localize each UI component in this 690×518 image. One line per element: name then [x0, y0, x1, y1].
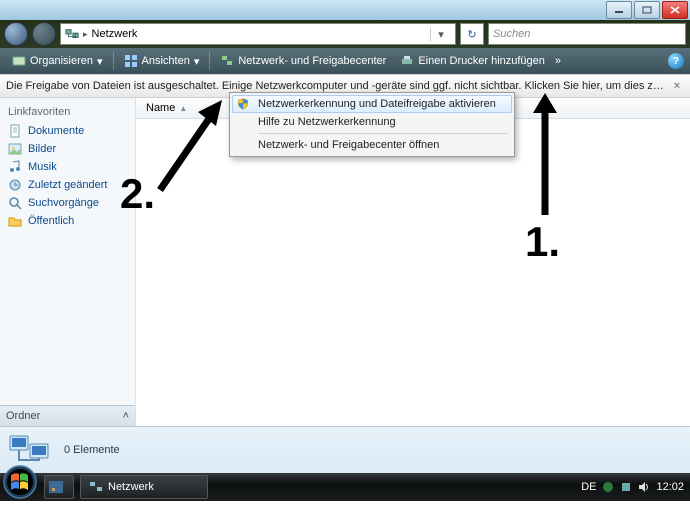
sidebar-item-musik[interactable]: Musik — [0, 158, 135, 176]
navigation-pane: Linkfavoriten Dokumente Bilder Musik Zul… — [0, 98, 136, 426]
document-icon — [8, 124, 22, 138]
add-printer-button[interactable]: Einen Drucker hinzufügen — [394, 50, 551, 72]
forward-button[interactable] — [32, 22, 56, 46]
help-button[interactable]: ? — [668, 53, 684, 69]
sidebar-item-bilder[interactable]: Bilder — [0, 140, 135, 158]
close-button[interactable] — [662, 1, 688, 19]
taskbar-show-desktop[interactable] — [44, 475, 74, 499]
tray-network-icon[interactable] — [602, 481, 614, 493]
taskbar: Netzwerk DE 12:02 — [0, 473, 690, 501]
network-icon — [89, 481, 103, 493]
sort-asc-icon: ▲ — [179, 104, 187, 113]
maximize-button[interactable] — [634, 1, 660, 19]
recent-icon — [8, 178, 22, 192]
system-tray: DE 12:02 — [581, 481, 690, 493]
start-button[interactable] — [2, 464, 38, 500]
show-desktop-icon — [49, 481, 63, 493]
minimize-button[interactable] — [606, 1, 632, 19]
folder-icon — [8, 214, 22, 228]
network-large-icon — [8, 432, 54, 468]
folders-pane-header[interactable]: Ordner ˄ — [0, 405, 135, 426]
details-count: 0 Elemente — [64, 444, 120, 456]
shield-icon — [237, 97, 249, 111]
content-view: Name ▲ Netzwerkerkennung und Dateifreiga… — [136, 98, 690, 426]
context-item-open-center[interactable]: Netzwerk- und Freigabecenter öffnen — [232, 136, 512, 154]
taskbar-clock[interactable]: 12:02 — [656, 481, 684, 493]
details-pane: 0 Elemente — [0, 426, 690, 473]
breadcrumb-chevron-icon: ▸ — [83, 29, 88, 40]
search-placeholder: Suchen — [493, 28, 530, 40]
information-bar-text: Die Freigabe von Dateien ist ausgeschalt… — [6, 80, 670, 92]
printer-icon — [400, 54, 414, 68]
network-icon — [65, 27, 79, 41]
sidebar-item-suchvorgaenge[interactable]: Suchvorgänge — [0, 194, 135, 212]
address-location: Netzwerk — [92, 28, 138, 40]
pictures-icon — [8, 142, 22, 156]
sidebar-item-oeffentlich[interactable]: Öffentlich — [0, 212, 135, 230]
information-bar-close-icon[interactable]: × — [670, 80, 684, 92]
separator — [209, 52, 210, 70]
address-bar[interactable]: ▸ Netzwerk ▾ — [60, 23, 456, 45]
searches-icon — [8, 196, 22, 210]
navigation-bar: ▸ Netzwerk ▾ ↻ Suchen — [0, 20, 690, 48]
language-indicator[interactable]: DE — [581, 481, 596, 493]
context-menu: Netzwerkerkennung und Dateifreigabe akti… — [229, 92, 515, 157]
window-titlebar — [0, 0, 690, 20]
address-dropdown-icon[interactable]: ▾ — [430, 28, 451, 41]
context-item-activate-discovery[interactable]: Netzwerkerkennung und Dateifreigabe akti… — [232, 95, 512, 113]
network-center-button[interactable]: Netzwerk- und Freigabecenter — [214, 50, 392, 72]
views-icon — [124, 54, 138, 68]
search-input[interactable]: Suchen — [488, 23, 686, 45]
views-menu[interactable]: Ansichten▾ — [118, 50, 206, 72]
separator — [113, 52, 114, 70]
tray-volume-icon[interactable] — [638, 481, 650, 493]
sidebar-item-zuletzt[interactable]: Zuletzt geändert — [0, 176, 135, 194]
music-icon — [8, 160, 22, 174]
sidebar-item-dokumente[interactable]: Dokumente — [0, 122, 135, 140]
menu-separator — [258, 133, 508, 134]
main-area: Linkfavoriten Dokumente Bilder Musik Zul… — [0, 98, 690, 426]
network-center-icon — [220, 54, 234, 68]
favorites-caption: Linkfavoriten — [0, 104, 135, 122]
back-button[interactable] — [4, 22, 28, 46]
taskbar-app-netzwerk[interactable]: Netzwerk — [80, 475, 208, 499]
organize-menu[interactable]: Organisieren▾ — [6, 50, 109, 72]
command-bar: Organisieren▾ Ansichten▾ Netzwerk- und F… — [0, 48, 690, 74]
context-item-help[interactable]: Hilfe zu Netzwerkerkennung — [232, 113, 512, 131]
organize-icon — [12, 54, 26, 68]
refresh-button[interactable]: ↻ — [460, 23, 484, 45]
overflow-chevron-icon[interactable]: » — [555, 55, 561, 67]
tray-unknown-icon[interactable] — [620, 481, 632, 493]
chevron-up-icon: ˄ — [123, 410, 129, 422]
